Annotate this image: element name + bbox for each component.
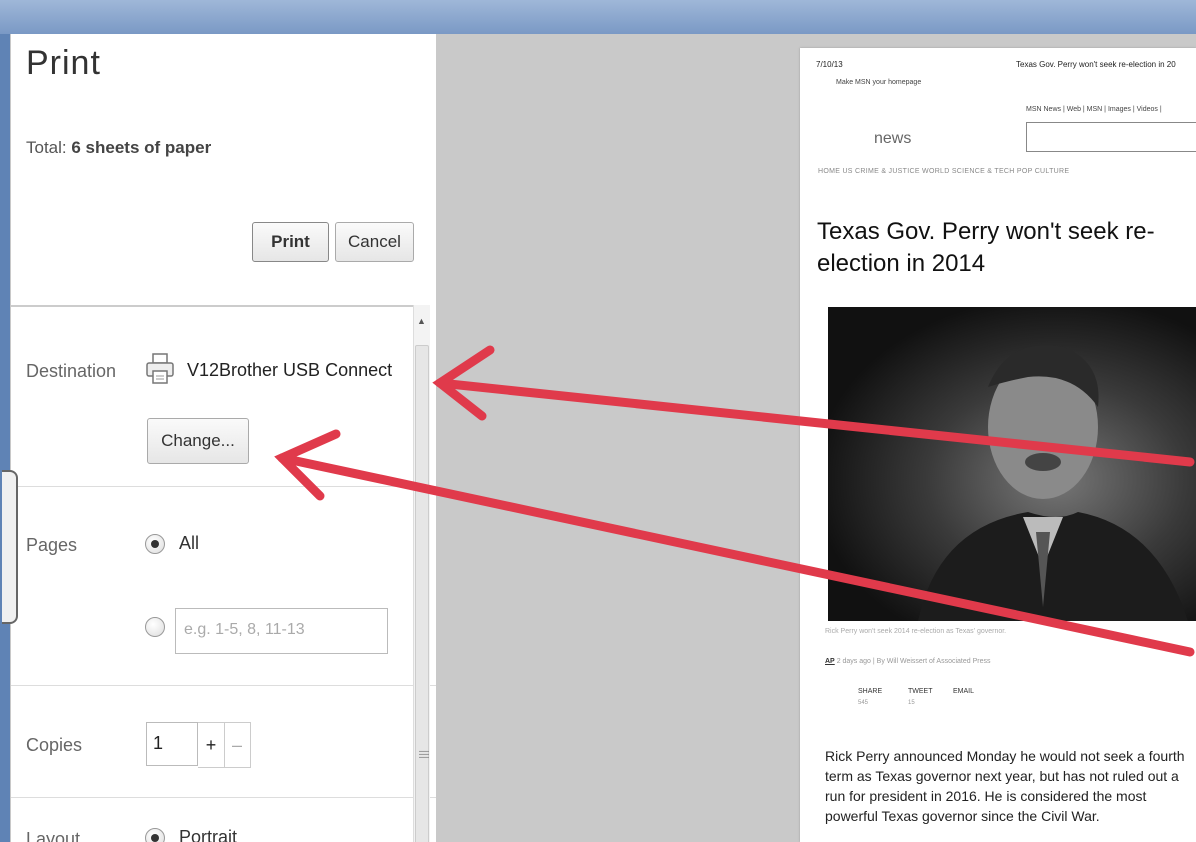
cancel-button[interactable]: Cancel — [335, 222, 414, 262]
preview-news-logo: news — [874, 130, 912, 147]
total-sheets: Total: 6 sheets of paper — [26, 138, 211, 158]
scroll-up-arrow-icon[interactable]: ▲ — [417, 316, 426, 326]
copies-input[interactable]: 1 — [146, 722, 198, 766]
side-tab-handle[interactable] — [2, 470, 18, 624]
printer-icon — [146, 353, 174, 384]
pages-range-input[interactable]: e.g. 1-5, 8, 11-13 — [175, 608, 388, 654]
preview-article-body: Rick Perry announced Monday he would not… — [825, 748, 1185, 824]
dialog-title: Print — [26, 44, 101, 82]
preview-ap-badge: AP — [825, 658, 835, 665]
desktop-edge — [0, 34, 10, 842]
preview-header-title: Texas Gov. Perry won't seek re-election … — [1016, 60, 1176, 69]
copies-decrement-button[interactable]: – — [224, 722, 251, 768]
preview-msn-homepage: Make MSN your homepage — [836, 79, 922, 86]
layout-label: Layout — [26, 829, 81, 842]
print-settings-panel: Print Total: 6 sheets of paper Print Can… — [10, 34, 437, 842]
copies-increment-button[interactable]: + — [198, 722, 225, 768]
layout-portrait-label: Portrait — [179, 827, 238, 842]
preview-tweet-label: TWEET — [908, 688, 933, 695]
preview-byline-text: 2 days ago | By Will Weissert of Associa… — [836, 658, 991, 665]
destination-printer-name: V12Brother USB Connect — [187, 360, 393, 380]
preview-date: 7/10/13 — [816, 60, 843, 69]
pages-all-radio[interactable] — [145, 534, 165, 554]
divider — [11, 797, 437, 798]
preview-search-box — [1026, 122, 1196, 152]
change-destination-button[interactable]: Change... — [147, 418, 249, 464]
preview-photo-caption: Rick Perry won't seek 2014 re-election a… — [825, 628, 1007, 635]
scrollbar-thumb[interactable] — [415, 345, 429, 842]
preview-share-label: SHARE — [858, 688, 883, 695]
preview-photo — [828, 307, 1196, 621]
layout-portrait-radio[interactable] — [145, 828, 165, 842]
preview-page: 7/10/13 Texas Gov. Perry won't seek re-e… — [800, 48, 1196, 842]
window-title-bar — [0, 0, 1196, 34]
preview-top-links: MSN News | Web | MSN | Images | Videos | — [1026, 106, 1162, 113]
destination-label: Destination — [26, 361, 117, 381]
preview-byline: AP 2 days ago | By Will Weissert of Asso… — [825, 658, 991, 665]
settings-list: Destination V12Brother USB Connect Chang… — [11, 305, 437, 842]
portrait-photo-illustration — [918, 345, 1188, 621]
radio-selected-dot — [151, 540, 159, 548]
divider — [11, 685, 437, 686]
radio-selected-dot — [151, 834, 159, 842]
scrollbar-grip-icon: — — — — [419, 746, 429, 763]
pages-all-label: All — [179, 533, 200, 553]
print-button[interactable]: Print — [252, 222, 329, 262]
total-prefix: Total: — [26, 138, 67, 157]
pages-label: Pages — [26, 535, 78, 555]
divider — [11, 486, 437, 487]
total-value: 6 sheets of paper — [71, 138, 212, 157]
preview-tweet-count: 15 — [908, 700, 915, 706]
pages-range-radio[interactable] — [145, 617, 165, 637]
copies-label: Copies — [26, 735, 83, 755]
preview-email-label: EMAIL — [953, 688, 975, 695]
preview-share-count: 545 — [858, 700, 869, 706]
preview-headline: Texas Gov. Perry won't seek re-election … — [817, 218, 1155, 277]
preview-nav-bar: HOME US CRIME & JUSTICE WORLD SCIENCE & … — [818, 168, 1070, 175]
